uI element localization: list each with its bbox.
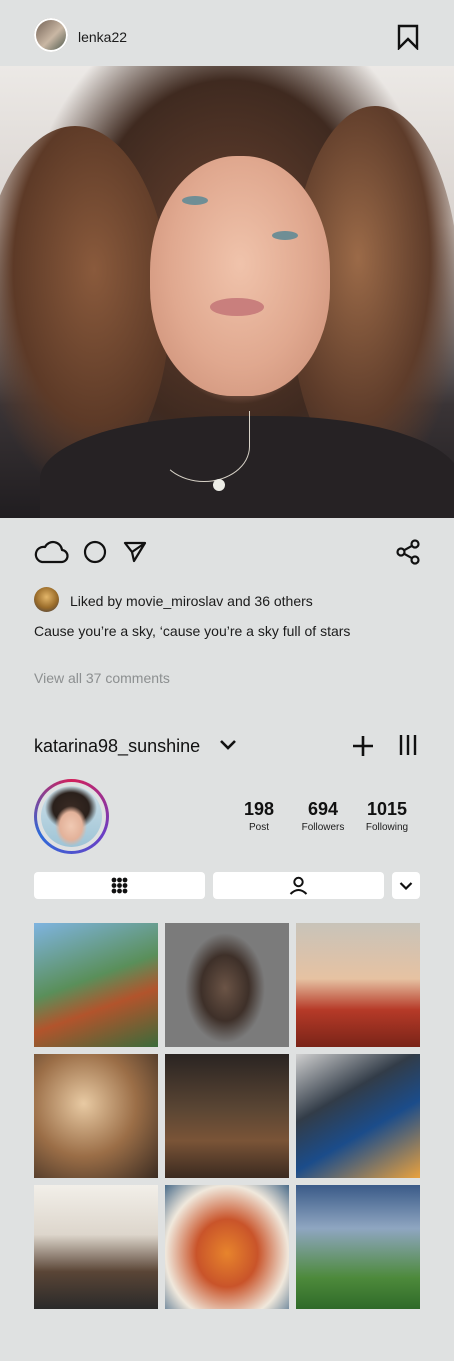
profile-username[interactable]: katarina98_sunshine [34,736,200,757]
share-icon[interactable] [395,539,421,565]
grid-post-5[interactable] [165,1054,289,1178]
grid-post-9[interactable] [296,1185,420,1309]
grid-post-4[interactable] [34,1054,158,1178]
photo-lips [210,298,264,316]
stat-posts-count[interactable]: 198 [224,799,294,820]
grid-post-2[interactable] [165,923,289,1047]
post-caption: Cause you’re a sky, ‘cause you’re a sky … [34,623,351,639]
post-photo[interactable] [0,66,454,518]
grid-post-1[interactable] [34,923,158,1047]
stat-following-label: Following [365,822,409,833]
photo-face [150,156,330,396]
send-icon[interactable] [123,540,147,564]
post-author-avatar[interactable] [34,18,68,52]
photo-eye-right [272,231,298,240]
grid-post-8[interactable] [165,1185,289,1309]
circle-icon[interactable] [83,540,107,564]
stat-posts-label: Post [248,822,269,833]
liker-avatar[interactable] [34,587,59,612]
cloud-icon[interactable] [33,538,69,564]
chevron-down-icon[interactable] [219,738,237,752]
profile-avatar[interactable] [41,786,102,847]
photo-necklace [158,411,250,482]
menu-icon[interactable] [399,734,417,756]
person-icon [289,876,308,895]
stat-followers-count[interactable]: 694 [288,799,358,820]
grid-post-6[interactable] [296,1054,420,1178]
photo-pendant [213,479,225,491]
likes-summary[interactable]: Liked by movie_miroslav and 36 others [70,593,313,609]
plus-icon[interactable] [352,735,374,757]
tab-grid[interactable] [34,872,205,899]
grid-post-3[interactable] [296,923,420,1047]
grid-icon [111,877,128,894]
view-comments-link[interactable]: View all 37 comments [34,670,170,686]
post-author-username[interactable]: lenka22 [78,29,127,45]
stat-followers-label: Followers [301,822,345,833]
tab-tagged[interactable] [213,872,384,899]
tab-more[interactable] [392,872,420,899]
grid-post-7[interactable] [34,1185,158,1309]
photo-eye-left [182,196,208,205]
bookmark-icon[interactable] [397,24,419,50]
chevron-down-icon [399,882,413,891]
stat-following-count[interactable]: 1015 [352,799,422,820]
